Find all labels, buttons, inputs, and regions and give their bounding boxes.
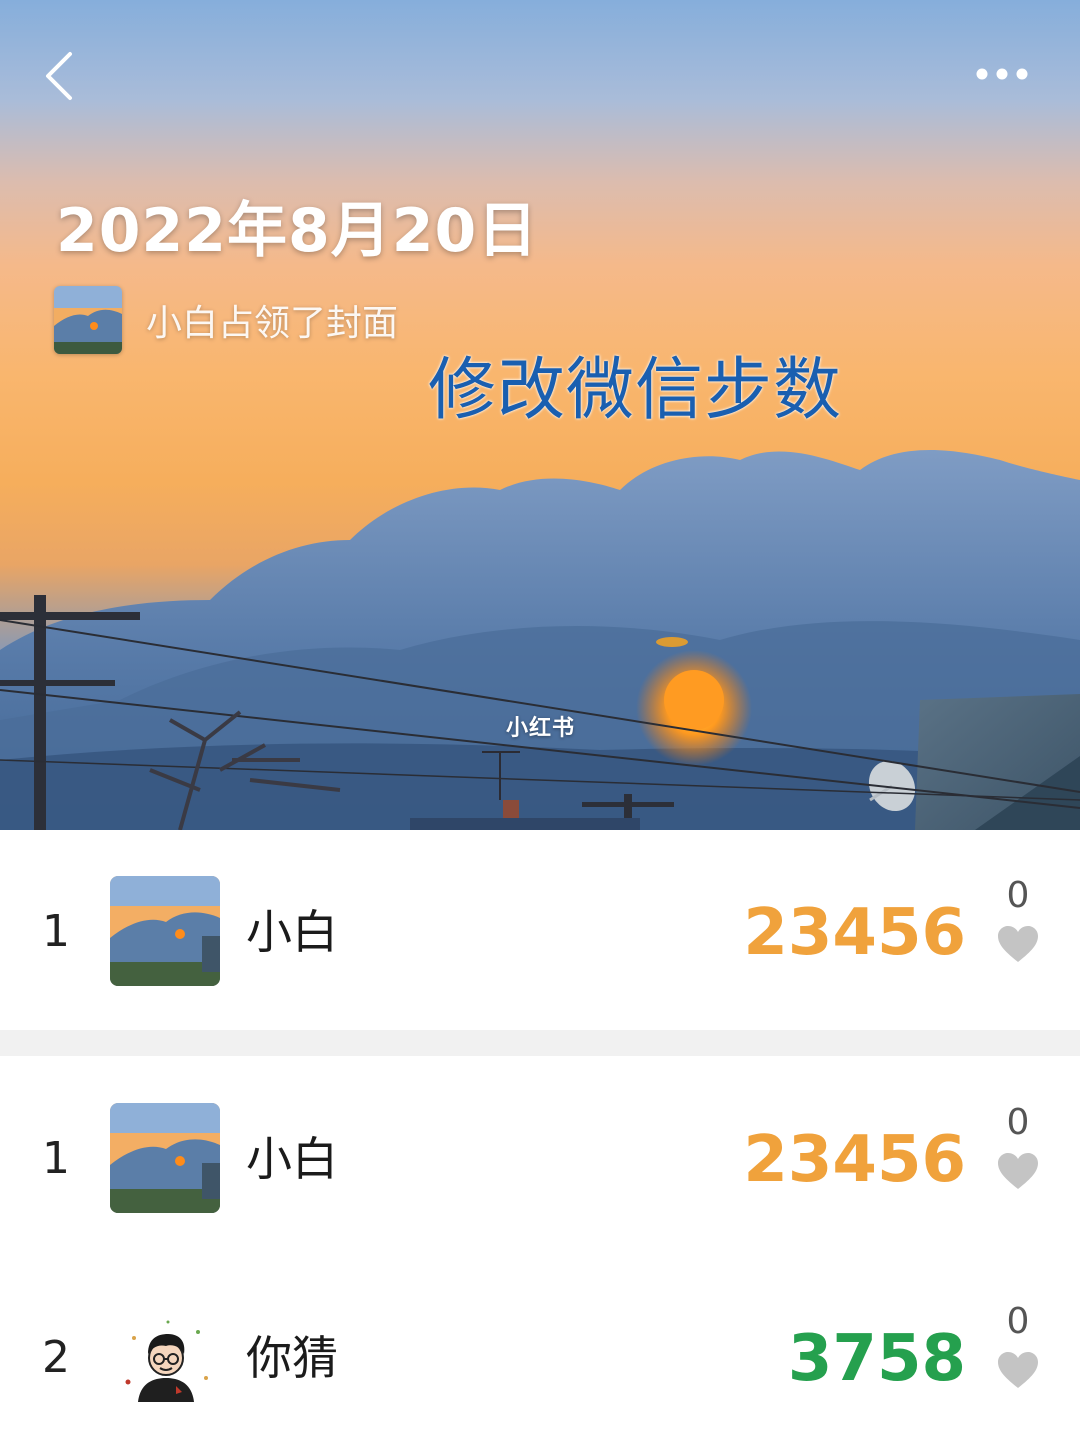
ranking-row[interactable]: 1 小白 23456 0 xyxy=(0,1057,1080,1257)
more-dots-icon xyxy=(976,68,1028,80)
avatar-sunset-image xyxy=(110,876,220,986)
cover-date: 2022年8月20日 xyxy=(56,196,539,266)
watermark: 小红书 xyxy=(506,716,576,741)
step-count: 23456 xyxy=(743,1123,966,1197)
avatar-cartoon-man-image xyxy=(110,1302,220,1412)
like-count: 0 xyxy=(1006,875,1030,916)
heart-icon xyxy=(998,926,1038,962)
like-button[interactable]: 0 xyxy=(990,1101,1050,1221)
like-count: 0 xyxy=(1006,1301,1030,1342)
step-count: 23456 xyxy=(743,896,966,970)
cover-owner-text: 小白占领了封面 xyxy=(146,303,399,344)
avatar[interactable] xyxy=(54,286,122,354)
rank-number: 1 xyxy=(42,1133,70,1184)
user-name: 小白 xyxy=(246,1132,338,1186)
avatar[interactable] xyxy=(110,1302,220,1412)
user-name: 你猜 xyxy=(246,1331,338,1385)
like-button[interactable]: 0 xyxy=(990,1300,1050,1420)
chevron-left-icon xyxy=(46,52,72,100)
section-separator xyxy=(0,1030,1080,1056)
avatar[interactable] xyxy=(110,876,220,986)
more-button[interactable] xyxy=(966,56,1038,92)
cover-owner[interactable]: 小白占领了封面 xyxy=(54,286,398,354)
overlay-caption: 修改微信步数 xyxy=(428,351,843,430)
avatar-sunset-image xyxy=(54,286,122,354)
user-name: 小白 xyxy=(246,905,338,959)
step-count: 3758 xyxy=(787,1322,966,1396)
avatar-sunset-image xyxy=(110,1103,220,1213)
cover-image[interactable]: 2022年8月20日 小白占领了封面 修改微信步数 小红书 xyxy=(0,0,1080,830)
my-ranking-row[interactable]: 1 小白 23456 0 xyxy=(0,830,1080,1030)
like-button[interactable]: 0 xyxy=(990,874,1050,994)
ranking-row[interactable]: 2 你猜 3758 0 xyxy=(0,1256,1080,1453)
like-count: 0 xyxy=(1006,1102,1030,1143)
avatar[interactable] xyxy=(110,1103,220,1213)
rank-number: 1 xyxy=(42,906,70,957)
rank-number: 2 xyxy=(42,1332,70,1383)
heart-icon xyxy=(998,1352,1038,1388)
heart-icon xyxy=(998,1153,1038,1189)
back-button[interactable] xyxy=(38,46,94,106)
